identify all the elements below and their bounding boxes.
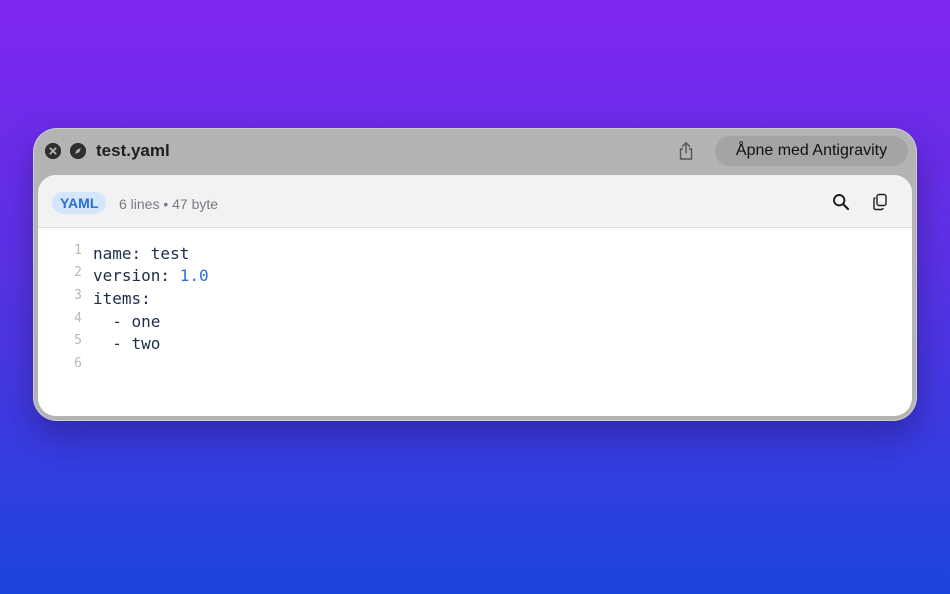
code-key: name: bbox=[93, 243, 151, 263]
code-view: 1 name: test 2 version: 1.0 3 items: 4 -… bbox=[38, 242, 912, 378]
code-value: two bbox=[131, 334, 161, 354]
language-badge: YAML bbox=[52, 192, 107, 214]
code-value: test bbox=[150, 243, 190, 263]
line-number: 2 bbox=[74, 265, 82, 281]
quicklook-window: test.yaml Åpne med Antigravity YAML 6 li… bbox=[33, 128, 917, 421]
preview-content: YAML 6 lines • 47 byte 1 name: test 2 ve… bbox=[38, 175, 912, 416]
code-key: - bbox=[93, 334, 132, 354]
code-key: version: bbox=[93, 266, 180, 286]
search-button[interactable] bbox=[831, 192, 851, 212]
code-line: 5 - two bbox=[38, 332, 912, 355]
code-line: 1 name: test bbox=[38, 242, 912, 265]
close-button[interactable] bbox=[45, 143, 61, 159]
file-meta: 6 lines • 47 byte bbox=[119, 196, 219, 212]
line-number: 1 bbox=[74, 242, 82, 258]
compass-button[interactable] bbox=[70, 143, 86, 159]
line-number: 3 bbox=[74, 287, 82, 303]
share-icon bbox=[679, 142, 693, 160]
preview-toolbar: YAML 6 lines • 47 byte bbox=[38, 175, 912, 228]
copy-icon bbox=[873, 193, 887, 211]
window-title: test.yaml bbox=[96, 141, 170, 160]
search-icon bbox=[833, 194, 850, 211]
close-icon bbox=[45, 143, 61, 159]
titlebar: test.yaml Åpne med Antigravity bbox=[33, 128, 917, 174]
code-text: - two bbox=[93, 334, 160, 353]
code-line: 4 - one bbox=[38, 310, 912, 333]
code-text: version: 1.0 bbox=[93, 266, 209, 285]
code-text: items: bbox=[93, 289, 151, 308]
line-number: 5 bbox=[74, 333, 82, 349]
code-text: name: test bbox=[93, 244, 189, 263]
code-line: 3 items: bbox=[38, 287, 912, 310]
open-with-button[interactable]: Åpne med Antigravity bbox=[715, 136, 908, 166]
code-value: one bbox=[131, 311, 161, 331]
compass-icon bbox=[70, 143, 86, 159]
line-number: 4 bbox=[74, 310, 82, 326]
line-number: 6 bbox=[74, 355, 82, 371]
code-line: 2 version: 1.0 bbox=[38, 265, 912, 288]
share-button[interactable] bbox=[675, 140, 697, 162]
copy-button[interactable] bbox=[870, 192, 890, 212]
code-key: items: bbox=[93, 288, 151, 308]
code-line: 6 bbox=[38, 355, 912, 378]
code-text: - one bbox=[93, 312, 160, 331]
code-key: - bbox=[93, 311, 132, 331]
code-number-value: 1.0 bbox=[179, 266, 209, 286]
